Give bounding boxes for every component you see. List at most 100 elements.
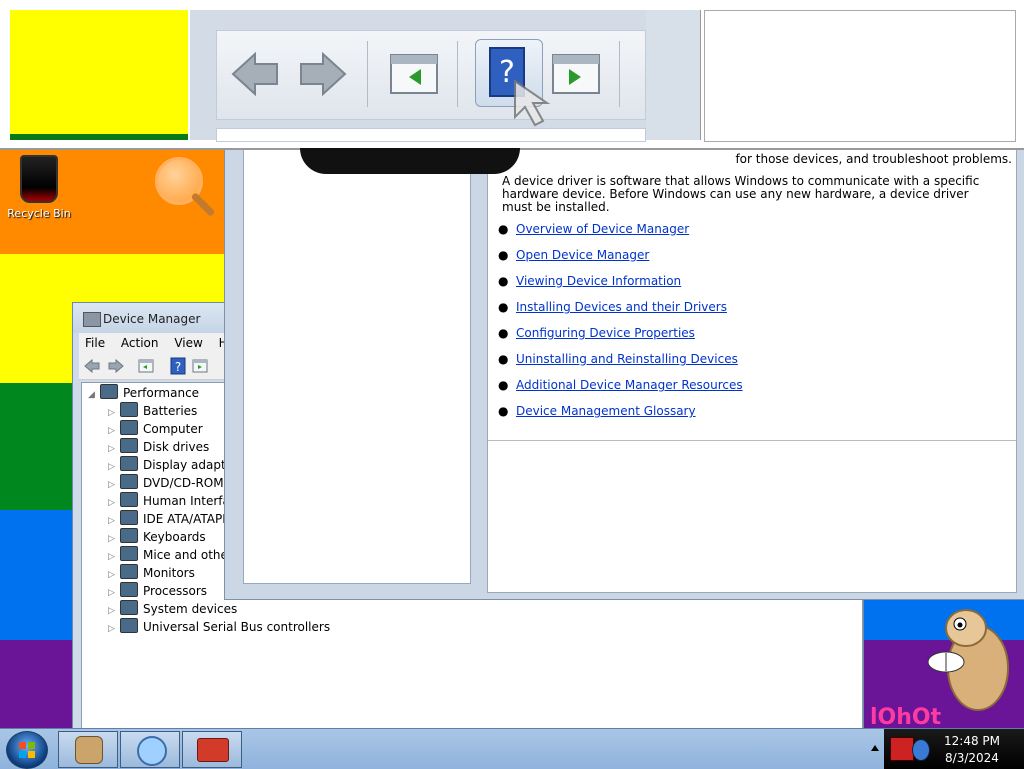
expand-arrow-icon[interactable]: ▷: [108, 620, 116, 638]
help-topic-pane: for those devices, and troubleshoot prob…: [487, 149, 1017, 593]
recycle-bin-desktop-icon[interactable]: Recycle Bin: [6, 155, 72, 220]
help-contents-pane: [243, 149, 471, 584]
link-installing-devices[interactable]: Installing Devices and their Drivers: [516, 300, 727, 314]
bullet-icon: ●: [498, 222, 509, 236]
magnified-wallpaper-edge: [10, 134, 188, 140]
dvd-drive-icon: [120, 474, 138, 489]
help-links-list: ● Overview of Device Manager ● Open Device…: [498, 221, 743, 429]
tree-item-dvd-cdrom[interactable]: ▷ DVD/CD-ROM: [108, 474, 224, 492]
list-item: ● Additional Device Manager Resources: [498, 377, 743, 403]
list-item: ● Overview of Device Manager: [498, 221, 743, 247]
magnified-content-area: [704, 10, 1016, 142]
tree-item-mice[interactable]: ▷ Mice and other: [108, 546, 233, 564]
forward-arrow-icon[interactable]: [107, 357, 125, 375]
list-item: ● Configuring Device Properties: [498, 325, 743, 351]
show-hidden-icons-icon[interactable]: [870, 743, 880, 753]
link-uninstalling-reinstalling[interactable]: Uninstalling and Reinstalling Devices: [516, 352, 738, 366]
menu-file[interactable]: File: [79, 334, 111, 352]
clock-date[interactable]: 8/3/2024: [932, 751, 1012, 765]
clock-time[interactable]: 12:48 PM: [932, 734, 1012, 748]
bullet-icon: ●: [498, 300, 509, 314]
bullet-icon: ●: [498, 326, 509, 340]
svg-text:?: ?: [175, 360, 181, 374]
tree-item-computer[interactable]: ▷ Computer: [108, 420, 203, 438]
link-configuring-properties[interactable]: Configuring Device Properties: [516, 326, 695, 340]
taskbar-app-magnifier[interactable]: [120, 731, 180, 768]
magnified-window-edge: [646, 10, 701, 140]
magnifier-lens-shadow: [300, 148, 520, 174]
show-hide-console-tree-icon[interactable]: [137, 357, 155, 375]
tree-item-label: Computer: [143, 422, 203, 436]
tree-item-keyboards[interactable]: ▷ Keyboards: [108, 528, 206, 546]
help-icon[interactable]: ?: [169, 357, 187, 375]
keyboard-icon: [120, 528, 138, 543]
tree-item-processors[interactable]: ▷ Processors: [108, 582, 207, 600]
tree-item-label: Keyboards: [143, 530, 206, 544]
tree-item-label: IDE ATA/ATAPI: [143, 512, 226, 526]
tree-item-label: System devices: [143, 602, 238, 616]
magnified-mouse-cursor-icon: [514, 79, 551, 127]
windows-logo-icon: [19, 742, 35, 758]
menu-view[interactable]: View: [168, 334, 208, 352]
show-hide-action-pane-icon[interactable]: [191, 357, 209, 375]
list-item: ● Installing Devices and their Drivers: [498, 299, 743, 325]
mouse-icon: [120, 546, 138, 561]
taskbar-app-device-manager[interactable]: [182, 731, 242, 768]
recycle-bin-icon: [20, 155, 58, 203]
tray-app-icon[interactable]: [890, 737, 914, 761]
magnified-wallpaper: [10, 10, 188, 134]
link-additional-resources[interactable]: Additional Device Manager Resources: [516, 378, 743, 392]
tree-item-monitors[interactable]: ▷ Monitors: [108, 564, 195, 582]
toolbox-app-icon: [197, 738, 229, 762]
computer-icon: [100, 384, 118, 399]
system-device-icon: [120, 600, 138, 615]
list-item: ● Open Device Manager: [498, 247, 743, 273]
processor-icon: [120, 582, 138, 597]
magnified-toolbar: ?: [216, 30, 646, 127]
taskbar-app-hamster[interactable]: [58, 731, 118, 768]
tree-item-ide-ata[interactable]: ▷ IDE ATA/ATAPI: [108, 510, 226, 528]
tree-item-disk-drives[interactable]: ▷ Disk drives: [108, 438, 209, 456]
magnifier-lens-view: ?: [0, 0, 1024, 150]
back-arrow-icon[interactable]: [83, 357, 101, 375]
tree-item-label: Human Interfac: [143, 494, 237, 508]
help-partial-text: for those devices, and troubleshoot prob…: [735, 152, 1012, 166]
tree-item-usb[interactable]: ▷ Universal Serial Bus controllers: [108, 618, 330, 636]
bullet-icon: ●: [498, 404, 509, 418]
tree-item-display-adapters[interactable]: ▷ Display adapter: [108, 456, 238, 474]
device-manager-title: Device Manager: [103, 312, 201, 326]
collapse-arrow-icon[interactable]: ◢: [88, 386, 96, 404]
hamster-app-icon: [75, 736, 103, 764]
link-overview-device-manager[interactable]: Overview of Device Manager: [516, 222, 689, 236]
magnifier-handle: [190, 192, 216, 217]
usb-icon: [120, 618, 138, 633]
tree-item-label: DVD/CD-ROM: [143, 476, 224, 490]
link-glossary[interactable]: Device Management Glossary: [516, 404, 696, 418]
tree-root[interactable]: ◢ Performance: [88, 384, 199, 402]
tree-item-system-devices[interactable]: ▷ System devices: [108, 600, 237, 618]
wallpaper-text: lOhOt: [870, 705, 942, 728]
hamster-reading-image: lOhOt: [870, 609, 1009, 728]
tree-item-batteries[interactable]: ▷ Batteries: [108, 402, 197, 420]
help-window: for those devices, and troubleshoot prob…: [224, 140, 1024, 600]
link-viewing-device-information[interactable]: Viewing Device Information: [516, 274, 681, 288]
display-adapter-icon: [120, 456, 138, 471]
magnified-console-tree-icon: [390, 54, 438, 94]
list-item: ● Device Management Glossary: [498, 403, 743, 429]
menu-action[interactable]: Action: [115, 334, 165, 352]
start-button[interactable]: [6, 731, 48, 769]
magnifier-desktop-icon[interactable]: [155, 157, 225, 227]
tree-item-label: Mice and other: [143, 548, 233, 562]
magnified-separator: [457, 41, 458, 107]
bullet-icon: ●: [498, 274, 509, 288]
tree-item-label: Disk drives: [143, 440, 210, 454]
bullet-icon: ●: [498, 378, 509, 392]
magnifier-app-icon: [137, 736, 167, 766]
link-open-device-manager[interactable]: Open Device Manager: [516, 248, 649, 262]
network-icon[interactable]: [912, 739, 930, 761]
magnified-separator: [619, 41, 620, 107]
battery-icon: [120, 402, 138, 417]
disk-drive-icon: [120, 438, 138, 453]
device-manager-icon: [83, 312, 101, 327]
tree-item-human-interface[interactable]: ▷ Human Interfac: [108, 492, 236, 510]
